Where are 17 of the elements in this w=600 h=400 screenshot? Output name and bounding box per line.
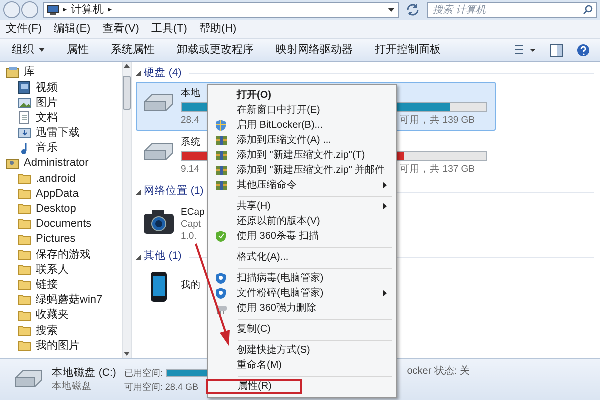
breadcrumb-separator: ▸ — [63, 4, 67, 16]
item-name: ECap — [181, 206, 205, 218]
breadcrumb-separator: ▸ — [108, 4, 112, 16]
free-space-text: 28.4 — [181, 114, 200, 128]
drive-type: 本地磁盘 — [52, 380, 92, 394]
total-space-text: 可用，共 137 GB — [400, 163, 475, 178]
item-detail: 1.0. — [181, 230, 197, 242]
bitlocker-status: ocker 状态: 关 — [407, 364, 470, 379]
free-space-text: 可用空间: 28.4 GB — [124, 380, 198, 394]
item-name: 系统 — [181, 136, 201, 150]
drive-name: 本地磁盘 (C:) — [52, 366, 116, 380]
item-name: 本地 — [181, 87, 201, 100]
item-name: 我的 — [181, 278, 201, 292]
total-space-text: 可用，共 139 GB — [400, 114, 475, 128]
free-space-text: 9.14 — [181, 163, 200, 178]
item-detail: Capt — [181, 218, 202, 230]
used-space-label: 已用空间: — [124, 366, 163, 380]
